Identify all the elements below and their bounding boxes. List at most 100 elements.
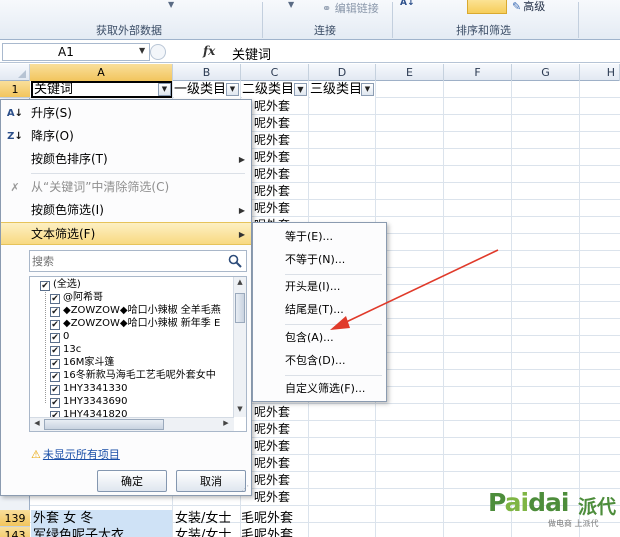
begins-with-item[interactable]: 开头是(I)...	[253, 276, 386, 298]
horizontal-scroll-thumb[interactable]	[44, 419, 164, 430]
list-item[interactable]: ✔ ◆ZOWZOW◆哈口小辣椒 新年季 E	[50, 317, 220, 331]
text-filter-item[interactable]: 文本筛选(F) ▶	[1, 222, 251, 245]
column-header-d[interactable]: D	[309, 64, 376, 81]
filter-applied-icon[interactable]: ▼	[294, 83, 307, 96]
chevron-down-icon[interactable]: ▼	[139, 46, 145, 55]
filter-value-list[interactable]: ✔ (全选) ✔ @阿希哥 ✔ ◆ZOWZOW◆哈口小辣椒 全羊毛燕 ✔ ◆ZOWZOW…	[29, 276, 247, 432]
search-input[interactable]	[32, 253, 222, 269]
cell-b139[interactable]: 女装/女士	[175, 510, 240, 527]
column-header-h[interactable]: H	[580, 64, 620, 81]
cell-c143[interactable]: 毛呢外套	[241, 527, 308, 537]
checkbox-checked-icon[interactable]: ✔	[50, 320, 60, 330]
edit-links-label: 编辑链接	[334, 2, 379, 15]
column-header-g[interactable]: G	[512, 64, 580, 81]
cell-c-value[interactable]: 呢外套	[254, 421, 309, 438]
scroll-left-icon[interactable]: ◀	[31, 419, 43, 427]
checkbox-checked-icon[interactable]: ✔	[40, 281, 50, 291]
sort-by-color-item[interactable]: 按颜色排序(T) ▶	[1, 148, 251, 171]
formula-content[interactable]: 关键词	[232, 44, 271, 63]
sort-by-color-label: 按颜色排序(T)	[31, 152, 108, 166]
checkbox-checked-icon[interactable]: ✔	[50, 359, 60, 369]
ok-button[interactable]: 确定	[97, 470, 167, 492]
cell-a1[interactable]: 关键词	[31, 81, 172, 98]
filter-dropdown-b[interactable]: ▼	[226, 83, 239, 96]
advanced-filter-button[interactable]: ✎ 高级	[512, 0, 545, 14]
cell-c-value[interactable]: 呢外套	[254, 438, 309, 455]
list-item[interactable]: ✔ 1HY3343690	[50, 395, 128, 409]
dropdown-arrow-icon[interactable]: ▼	[288, 0, 294, 9]
scroll-up-icon[interactable]: ▲	[234, 278, 246, 286]
column-header-a[interactable]: A	[30, 64, 173, 81]
column-header-b[interactable]: B	[173, 64, 241, 81]
edit-links-button[interactable]: ⚭ 编辑链接	[322, 0, 379, 16]
checkbox-checked-icon[interactable]: ✔	[50, 333, 60, 343]
select-all-corner[interactable]	[0, 64, 30, 81]
cell-c-value[interactable]: 呢外套	[254, 489, 309, 506]
name-box[interactable]: A1 ▼	[2, 43, 150, 61]
custom-filter-item[interactable]: 自定义筛选(F)...	[253, 378, 386, 400]
cell-c-value[interactable]: 呢外套	[254, 132, 309, 149]
column-header-e[interactable]: E	[376, 64, 444, 81]
not-contains-item[interactable]: 不包含(D)...	[253, 350, 386, 372]
dropdown-arrow-icon[interactable]: ▼	[168, 0, 174, 9]
sort-descending-item[interactable]: Z↓ 降序(O)	[1, 125, 251, 148]
cell-a139[interactable]: 外套 女 冬	[31, 510, 172, 527]
clear-filter-item[interactable]: ✗ 从“关键词”中清除筛选(C)	[1, 176, 251, 199]
cell-c-value[interactable]: 呢外套	[254, 404, 309, 421]
list-item[interactable]: ✔ ◆ZOWZOW◆哈口小辣椒 全羊毛燕	[50, 304, 221, 318]
filter-button[interactable]	[467, 0, 507, 14]
equals-item[interactable]: 等于(E)...	[253, 226, 386, 248]
scroll-down-icon[interactable]: ▼	[234, 405, 246, 413]
row-header-139[interactable]: 139	[0, 510, 30, 527]
cell-c-value[interactable]: 呢外套	[254, 455, 309, 472]
list-item[interactable]: ✔ (全选)	[40, 278, 81, 292]
cell-c-value[interactable]: 呢外套	[254, 149, 309, 166]
checkbox-checked-icon[interactable]: ✔	[50, 294, 60, 304]
checkbox-checked-icon[interactable]: ✔	[50, 385, 60, 395]
not-equals-item[interactable]: 不等于(N)...	[253, 249, 386, 271]
cell-c-value[interactable]: 呢外套	[254, 98, 309, 115]
sort-az-icon[interactable]: A↓	[400, 0, 415, 8]
vertical-scroll-thumb[interactable]	[235, 293, 245, 323]
checkbox-checked-icon[interactable]: ✔	[50, 398, 60, 408]
cell-c-value[interactable]: 呢外套	[254, 166, 309, 183]
search-icon[interactable]	[227, 253, 243, 269]
cell-c-value[interactable]: 呢外套	[254, 200, 309, 217]
column-header-f[interactable]: F	[444, 64, 512, 81]
insert-function-icon[interactable]: fx	[203, 44, 215, 58]
list-item-label: 1HY3343690	[63, 396, 128, 407]
list-item[interactable]: ✔ @阿希哥	[50, 291, 103, 305]
ends-with-item[interactable]: 结尾是(T)...	[253, 299, 386, 321]
row-header-143[interactable]: 143	[0, 527, 30, 537]
cell-a143[interactable]: 军绿色呢子大衣	[31, 527, 172, 537]
checkbox-checked-icon[interactable]: ✔	[50, 346, 60, 356]
scroll-right-icon[interactable]: ▶	[220, 419, 232, 427]
horizontal-scrollbar[interactable]: ◀ ▶	[30, 417, 234, 431]
cell-c-value[interactable]: 呢外套	[254, 115, 309, 132]
list-item[interactable]: ✔ 16M家斗篷	[50, 356, 114, 370]
formula-bar-toggle[interactable]	[150, 44, 166, 60]
list-item[interactable]: ✔ 0	[50, 330, 69, 344]
list-item[interactable]: ✔ 1HY3341330	[50, 382, 128, 396]
cell-c-value[interactable]: 呢外套	[254, 472, 309, 489]
checkbox-checked-icon[interactable]: ✔	[50, 372, 60, 382]
resize-grip-icon[interactable]: ⋰	[241, 484, 249, 493]
search-box[interactable]	[29, 250, 247, 272]
list-item[interactable]: ✔ 16冬新款马海毛工艺毛呢外套女中	[50, 369, 216, 383]
menu-separator	[31, 173, 245, 174]
row-header-1[interactable]: 1	[0, 81, 30, 98]
filter-dropdown-a[interactable]: ▼	[158, 83, 171, 96]
contains-item[interactable]: 包含(A)...	[253, 327, 386, 349]
sort-ascending-item[interactable]: A↓ 升序(S)	[1, 102, 251, 125]
list-item[interactable]: ✔ 13c	[50, 343, 81, 357]
cell-c-value[interactable]: 呢外套	[254, 183, 309, 200]
vertical-scrollbar[interactable]: ▲ ▼	[233, 277, 246, 417]
cell-c139[interactable]: 毛呢外套	[241, 510, 308, 527]
checkbox-checked-icon[interactable]: ✔	[50, 307, 60, 317]
show-all-items-link[interactable]: ⚠ 未显示所有项目	[31, 446, 120, 462]
filter-by-color-item[interactable]: 按颜色筛选(I) ▶	[1, 199, 251, 222]
filter-dropdown-d[interactable]: ▼	[361, 83, 374, 96]
cancel-button[interactable]: 取消	[176, 470, 246, 492]
column-header-c[interactable]: C	[241, 64, 309, 81]
cell-b143[interactable]: 女装/女士	[175, 527, 240, 537]
